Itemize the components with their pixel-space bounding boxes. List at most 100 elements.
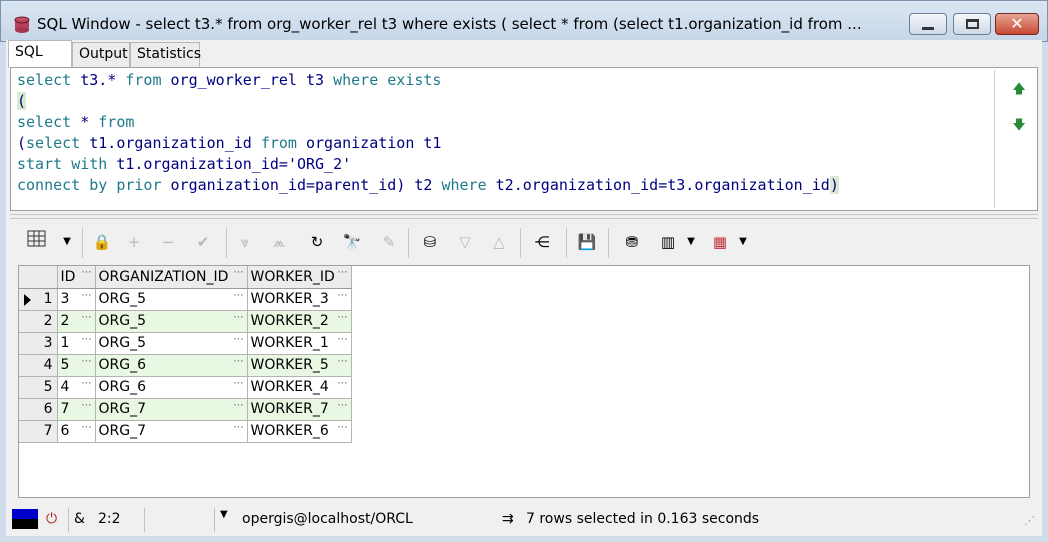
cell-id[interactable]: 2 ⋯ bbox=[57, 310, 96, 333]
connection-dropdown-icon[interactable]: ▼ bbox=[220, 509, 228, 520]
cell-organization-id[interactable]: ORG_6 ⋯ bbox=[95, 376, 248, 399]
cell-id[interactable]: 7 ⋯ bbox=[57, 398, 96, 421]
cell-worker-id[interactable]: WORKER_5 ⋯ bbox=[247, 354, 352, 377]
row-number[interactable]: 4 bbox=[19, 354, 58, 377]
table-row[interactable]: 1 3 ⋯ ORG_5 ⋯ WORKER_3 ⋯ bbox=[19, 288, 352, 311]
grid-layout-icon[interactable] bbox=[26, 230, 48, 254]
cell-organization-id[interactable]: ORG_7 ⋯ bbox=[95, 420, 248, 443]
cell-worker-id[interactable]: WORKER_2 ⋯ bbox=[247, 310, 352, 333]
fetch-next-icon[interactable]: ⩔ bbox=[234, 230, 256, 254]
cell-editor-icon[interactable]: ⋯ bbox=[234, 422, 244, 433]
clear-icon[interactable]: ✎ bbox=[378, 230, 400, 254]
explain-plan-icon[interactable]: ⋲ bbox=[530, 230, 554, 254]
arrow-down-icon[interactable]: 🡇 bbox=[1009, 116, 1029, 136]
table-icon[interactable]: ▦ bbox=[708, 230, 732, 254]
title-bar[interactable]: SQL Window - select t3.* from org_worker… bbox=[0, 0, 1048, 42]
cell-editor-icon[interactable]: ⋯ bbox=[82, 312, 92, 323]
cell-id[interactable]: 1 ⋯ bbox=[57, 332, 96, 355]
pane-splitter[interactable] bbox=[10, 214, 1038, 219]
row-number[interactable]: 7 bbox=[19, 420, 58, 443]
maximize-button[interactable] bbox=[953, 13, 991, 35]
cell-editor-icon[interactable]: ⋯ bbox=[234, 312, 244, 323]
resize-grip-icon[interactable]: ⋰ bbox=[1024, 514, 1035, 527]
cell-worker-id[interactable]: WORKER_6 ⋯ bbox=[247, 420, 352, 443]
cell-editor-icon[interactable]: ⋯ bbox=[338, 422, 348, 433]
cell-organization-id[interactable]: ORG_5 ⋯ bbox=[95, 288, 248, 311]
delete-record-icon[interactable]: − bbox=[158, 230, 178, 254]
cell-organization-id[interactable]: ORG_5 ⋯ bbox=[95, 310, 248, 333]
cell-editor-icon[interactable]: ⋯ bbox=[338, 290, 348, 301]
close-button[interactable]: ✕ bbox=[995, 13, 1039, 35]
cell-id[interactable]: 4 ⋯ bbox=[57, 376, 96, 399]
row-number[interactable]: 3 bbox=[19, 332, 58, 355]
cell-editor-icon[interactable]: ⋯ bbox=[82, 334, 92, 345]
cell-editor-icon[interactable]: ⋯ bbox=[234, 356, 244, 367]
table-row[interactable]: 5 4 ⋯ ORG_6 ⋯ WORKER_4 ⋯ bbox=[19, 376, 352, 399]
sql-line: ( bbox=[17, 92, 27, 110]
refresh-icon[interactable]: ↻ bbox=[306, 230, 328, 254]
row-number[interactable]: 5 bbox=[19, 376, 58, 399]
table-row[interactable]: 4 5 ⋯ ORG_6 ⋯ WORKER_5 ⋯ bbox=[19, 354, 352, 377]
query-by-example-icon[interactable]: ⛁ bbox=[418, 230, 442, 254]
save-icon[interactable]: 💾 bbox=[576, 230, 598, 254]
column-menu-icon[interactable]: ⋯ bbox=[234, 267, 244, 278]
table-row[interactable]: 6 7 ⋯ ORG_7 ⋯ WORKER_7 ⋯ bbox=[19, 398, 352, 421]
add-record-icon[interactable]: + bbox=[124, 230, 144, 254]
minimize-button[interactable] bbox=[909, 13, 947, 35]
row-number[interactable]: 2 bbox=[19, 310, 58, 333]
cell-editor-icon[interactable]: ⋯ bbox=[338, 312, 348, 323]
sql-editor[interactable]: select t3.* from org_worker_rel t3 where… bbox=[17, 70, 995, 208]
cell-worker-id[interactable]: WORKER_1 ⋯ bbox=[247, 332, 352, 355]
previous-record-icon[interactable]: ▽ bbox=[454, 230, 476, 254]
cell-editor-icon[interactable]: ⋯ bbox=[234, 290, 244, 301]
cell-editor-icon[interactable]: ⋯ bbox=[338, 356, 348, 367]
tab-output[interactable]: Output bbox=[72, 42, 130, 67]
chevron-down-icon[interactable]: ▼ bbox=[684, 230, 698, 254]
column-header-id[interactable]: ID ⋯ bbox=[57, 266, 96, 289]
connection-label[interactable]: opergis@localhost/ORCL bbox=[242, 511, 413, 527]
export-icon[interactable]: ⛃ bbox=[620, 230, 644, 254]
cell-editor-icon[interactable]: ⋯ bbox=[82, 400, 92, 411]
chart-icon[interactable]: ▥ bbox=[656, 230, 680, 254]
cell-editor-icon[interactable]: ⋯ bbox=[338, 400, 348, 411]
cell-id[interactable]: 3 ⋯ bbox=[57, 288, 96, 311]
column-menu-icon[interactable]: ⋯ bbox=[338, 267, 348, 278]
tab-statistics[interactable]: Statistics bbox=[130, 42, 201, 67]
cell-organization-id[interactable]: ORG_6 ⋯ bbox=[95, 354, 248, 377]
cell-worker-id[interactable]: WORKER_7 ⋯ bbox=[247, 398, 352, 421]
chevron-down-icon[interactable]: ▼ bbox=[60, 230, 74, 254]
cell-editor-icon[interactable]: ⋯ bbox=[234, 334, 244, 345]
tab-sql[interactable]: SQL bbox=[8, 40, 72, 68]
cell-worker-id[interactable]: WORKER_3 ⋯ bbox=[247, 288, 352, 311]
cell-editor-icon[interactable]: ⋯ bbox=[338, 334, 348, 345]
cell-organization-id[interactable]: ORG_5 ⋯ bbox=[95, 332, 248, 355]
column-header-organization-id[interactable]: ORGANIZATION_ID ⋯ bbox=[95, 266, 248, 289]
table-row[interactable]: 7 6 ⋯ ORG_7 ⋯ WORKER_6 ⋯ bbox=[19, 420, 352, 443]
cell-id[interactable]: 5 ⋯ bbox=[57, 354, 96, 377]
row-number[interactable]: 1 bbox=[19, 288, 58, 311]
power-icon[interactable]: ⏻ bbox=[46, 511, 57, 527]
cell-id[interactable]: 6 ⋯ bbox=[57, 420, 96, 443]
cell-worker-id[interactable]: WORKER_4 ⋯ bbox=[247, 376, 352, 399]
column-header-worker-id[interactable]: WORKER_ID ⋯ bbox=[247, 266, 352, 289]
table-row[interactable]: 3 1 ⋯ ORG_5 ⋯ WORKER_1 ⋯ bbox=[19, 332, 352, 355]
fetch-last-icon[interactable]: ⩕ bbox=[268, 230, 290, 254]
result-grid[interactable]: ID ⋯ ORGANIZATION_ID ⋯ WORKER_ID ⋯ 1 3 ⋯ ORG_5… bbox=[19, 266, 352, 443]
column-menu-icon[interactable]: ⋯ bbox=[82, 267, 92, 278]
row-number[interactable]: 6 bbox=[19, 398, 58, 421]
next-record-icon[interactable]: △ bbox=[488, 230, 510, 254]
cell-editor-icon[interactable]: ⋯ bbox=[82, 290, 92, 301]
cell-editor-icon[interactable]: ⋯ bbox=[338, 378, 348, 389]
cell-editor-icon[interactable]: ⋯ bbox=[234, 378, 244, 389]
cell-editor-icon[interactable]: ⋯ bbox=[82, 356, 92, 367]
cell-editor-icon[interactable]: ⋯ bbox=[82, 422, 92, 433]
chevron-down-icon[interactable]: ▼ bbox=[736, 230, 750, 254]
cell-editor-icon[interactable]: ⋯ bbox=[234, 400, 244, 411]
arrow-up-icon[interactable]: 🡅 bbox=[1009, 80, 1029, 100]
table-row[interactable]: 2 2 ⋯ ORG_5 ⋯ WORKER_2 ⋯ bbox=[19, 310, 352, 333]
cell-organization-id[interactable]: ORG_7 ⋯ bbox=[95, 398, 248, 421]
cell-editor-icon[interactable]: ⋯ bbox=[82, 378, 92, 389]
find-icon[interactable]: 🔭 bbox=[340, 230, 364, 254]
post-record-icon[interactable]: ✔ bbox=[192, 230, 214, 254]
lock-icon[interactable]: 🔒 bbox=[90, 230, 114, 254]
